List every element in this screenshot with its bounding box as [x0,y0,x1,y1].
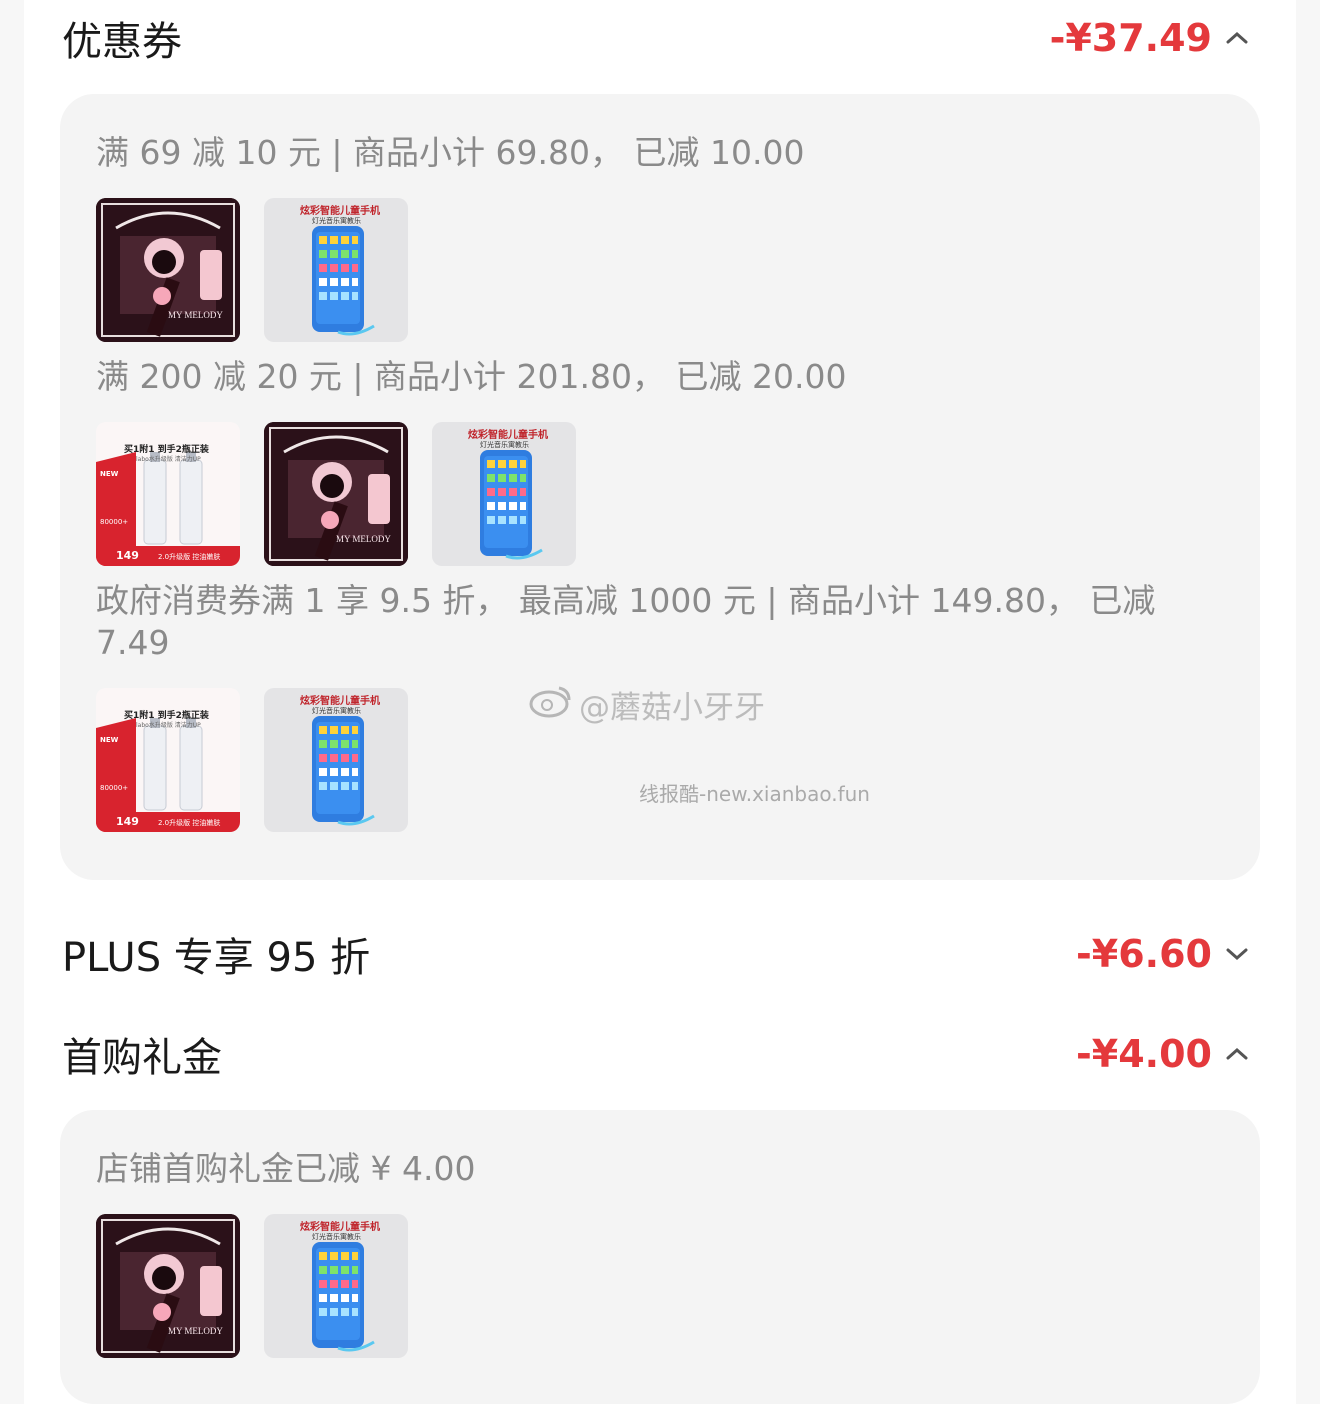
plus-header[interactable]: PLUS 专享 95 折 -¥6.60 [62,928,1252,981]
coupon-rule-3: 政府消费券满 1 享 9.5 折， 最高减 1000 元 | 商品小计 149.… [96,581,1156,662]
coupon-rule-1-products: MY MELODY 炫彩智能儿童手机 灯光音乐寓教乐 [96,198,408,342]
weibo-watermark: @蘑菇小牙牙 [529,682,765,727]
kuromi-label: MY MELODY [168,310,223,320]
product-thumb-kuromi[interactable]: MY MELODY [264,422,408,566]
lotion-sub: labo水升级版 清洁力UP [136,456,201,463]
lotion-price: 149 [116,815,139,828]
kuromi-label: MY MELODY [168,1326,223,1336]
product-thumb-kuromi[interactable]: MY MELODY [96,1214,240,1358]
plus-amount: -¥6.60 [1076,932,1212,976]
first-gift-panel: 店铺首购礼金已减 ¥ 4.00 MY MELODY 炫彩智能儿童手机 灯光音乐寓… [60,1110,1260,1404]
coupon-rule-2-products: 买1附1 到手2瓶正装 labo水升级版 清洁力UP NEW 80000+ 14… [96,422,576,566]
coupon-amount-wrap[interactable]: -¥37.49 [1050,16,1252,60]
lotion-bottom: 2.0升级版 控油嫩肤 [158,819,221,827]
product-thumb-lotion[interactable]: 买1附1 到手2瓶正装 labo水升级版 清洁力UP NEW 80000+ 14… [96,688,240,832]
product-thumb-kuromi[interactable]: MY MELODY [96,198,240,342]
first-gift-products: MY MELODY 炫彩智能儿童手机 灯光音乐寓教乐 [96,1214,408,1358]
lotion-badge: NEW [100,736,119,744]
lotion-price: 149 [116,549,139,562]
coupon-rule-3-products: 买1附1 到手2瓶正装 labo水升级版 清洁力UP NEW 80000+ 14… [96,688,408,832]
coupon-rule-2: 满 200 减 20 元 | 商品小计 201.80， 已减 20.00 [96,357,847,396]
lotion-count: 80000+ [100,784,129,792]
lotion-sub: labo水升级版 清洁力UP [136,722,201,729]
first-gift-title: 首购礼金 [62,1035,222,1081]
lotion-badge: NEW [100,470,119,478]
coupon-rule-1: 满 69 减 10 元 | 商品小计 69.80， 已减 10.00 [96,133,805,172]
discount-detail-sheet: 优惠券 -¥37.49 满 69 减 10 元 | 商品小计 69.80， 已减… [24,0,1296,1404]
kuromi-label: MY MELODY [336,534,391,544]
first-gift-amount-wrap[interactable]: -¥4.00 [1076,1032,1252,1076]
plus-title: PLUS 专享 95 折 [62,935,371,981]
lotion-count: 80000+ [100,518,129,526]
coupon-header[interactable]: 优惠券 -¥37.49 [62,12,1252,65]
chevron-up-icon[interactable] [1222,1039,1252,1069]
first-gift-rule: 店铺首购礼金已减 ¥ 4.00 [96,1149,476,1188]
first-gift-amount: -¥4.00 [1076,1032,1212,1076]
weibo-icon [529,684,573,726]
coupon-amount: -¥37.49 [1049,16,1212,60]
lotion-bottom: 2.0升级版 控油嫩肤 [158,553,221,561]
product-thumb-kids-phone[interactable]: 炫彩智能儿童手机 灯光音乐寓教乐 [264,198,408,342]
weibo-handle: @蘑菇小牙牙 [579,690,765,726]
product-thumb-kids-phone[interactable]: 炫彩智能儿童手机 灯光音乐寓教乐 [432,422,576,566]
site-watermark: 线报酷-new.xianbao.fun [639,782,870,806]
coupon-panel: 满 69 减 10 元 | 商品小计 69.80， 已减 10.00 MY ME… [60,94,1260,880]
plus-amount-wrap[interactable]: -¥6.60 [1076,932,1252,976]
chevron-down-icon[interactable] [1222,939,1252,969]
product-thumb-kids-phone[interactable]: 炫彩智能儿童手机 灯光音乐寓教乐 [264,1214,408,1358]
product-thumb-lotion[interactable]: 买1附1 到手2瓶正装 labo水升级版 清洁力UP NEW 80000+ 14… [96,422,240,566]
first-gift-header[interactable]: 首购礼金 -¥4.00 [62,1028,1252,1081]
product-thumb-kids-phone[interactable]: 炫彩智能儿童手机 灯光音乐寓教乐 [264,688,408,832]
coupon-title: 优惠券 [62,19,182,65]
chevron-up-icon[interactable] [1222,23,1252,53]
